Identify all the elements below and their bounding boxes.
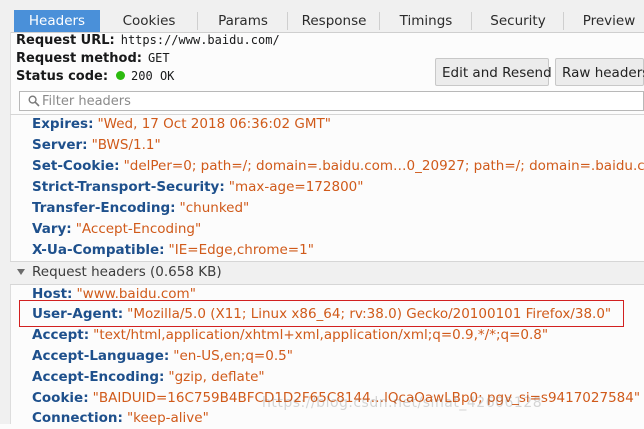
header-value: "www.baidu.com" <box>76 286 196 302</box>
request-method-label: Request method: <box>16 51 142 66</box>
request-header-row: Host: "www.baidu.com" <box>32 284 196 305</box>
tab-label: Params <box>218 13 268 29</box>
header-key: Set-Cookie: <box>32 158 120 174</box>
header-value: "chunked" <box>179 200 250 216</box>
request-method-value: GET <box>147 51 170 65</box>
header-key: X-Ua-Compatible: <box>32 242 165 258</box>
header-key: Transfer-Encoding: <box>32 200 176 216</box>
search-icon <box>28 95 40 107</box>
status-code-label: Status code: <box>16 69 109 84</box>
request-url-row: Request URL: https://www.baidu.com/ <box>16 31 280 49</box>
request-header-row: Accept-Encoding: "gzip, deflate" <box>32 367 265 388</box>
response-header-row: Strict-Transport-Security: "max-age=17280… <box>32 177 363 198</box>
filter-headers-input[interactable] <box>42 92 632 110</box>
panel-left-edge <box>0 32 11 424</box>
header-value: "max-age=172800" <box>228 179 364 195</box>
status-code-value: 200 OK <box>131 69 175 83</box>
header-value: "delPer=0; path=/; domain=.baidu.com…0_2… <box>123 158 644 174</box>
request-method-row: Request method: GET <box>16 49 170 67</box>
request-headers-label: Request headers (0.658 KB) <box>32 264 222 280</box>
response-header-row: Set-Cookie: "delPer=0; path=/; domain=.ba… <box>32 156 644 177</box>
request-url-value: https://www.baidu.com/ <box>120 33 280 47</box>
status-ok-icon <box>116 71 126 80</box>
tab-bar: Headers Cookies Params Response Timings … <box>0 0 644 33</box>
tab-params[interactable]: Params <box>198 10 288 32</box>
request-header-row: Cookie: "BAIDUID=16C759B4BFCD1D2F65C8144…… <box>32 388 640 409</box>
header-key: Expires: <box>32 116 94 132</box>
tab-headers[interactable]: Headers <box>14 10 100 32</box>
header-value: "text/html,application/xhtml+xml,applica… <box>93 327 549 343</box>
request-header-row: Connection: "keep-alive" <box>32 408 209 429</box>
request-header-row: Accept: "text/html,application/xhtml+xml,… <box>32 325 548 346</box>
request-url-label: Request URL: <box>16 33 115 48</box>
header-key: Vary: <box>32 221 72 237</box>
header-value: "gzip, deflate" <box>168 369 265 385</box>
tab-label: Timings <box>399 13 453 29</box>
header-key: Accept: <box>32 327 90 343</box>
tab-label: Headers <box>28 13 86 29</box>
request-header-row: User-Agent: "Mozilla/5.0 (X11; Linux x86_… <box>32 304 611 325</box>
response-header-row: Transfer-Encoding: "chunked" <box>32 198 249 219</box>
response-header-row: Expires: "Wed, 17 Oct 2018 06:36:02 GMT" <box>32 114 331 135</box>
header-value: "BAIDUID=16C759B4BFCD1D2F65C8144…lQcaOaw… <box>92 390 641 406</box>
tab-security[interactable]: Security <box>472 10 564 32</box>
request-header-row: Accept-Language: "en-US,en;q=0.5" <box>32 346 293 367</box>
response-header-row: Server: "BWS/1.1" <box>32 135 161 156</box>
header-key: Accept-Language: <box>32 348 170 364</box>
request-headers-section[interactable]: Request headers (0.658 KB) <box>10 261 644 285</box>
chevron-down-icon[interactable] <box>17 269 25 275</box>
tab-label: Cookies <box>122 13 176 29</box>
header-value: "IE=Edge,chrome=1" <box>168 242 314 258</box>
status-code-row: Status code: 200 OK <box>16 67 174 85</box>
tab-response[interactable]: Response <box>288 10 380 32</box>
tab-preview[interactable]: Preview <box>564 10 644 32</box>
tab-cookies[interactable]: Cookies <box>100 10 198 32</box>
filter-headers-box[interactable] <box>19 91 644 111</box>
tab-label: Response <box>301 13 367 29</box>
header-value: "Accept-Encoding" <box>75 221 202 237</box>
edit-and-resend-button[interactable]: Edit and Resend <box>435 58 552 86</box>
header-key: Host: <box>32 286 73 302</box>
header-key: User-Agent: <box>32 306 124 322</box>
header-key: Accept-Encoding: <box>32 369 165 385</box>
header-value: "en-US,en;q=0.5" <box>173 348 293 364</box>
header-key: Server: <box>32 137 88 153</box>
response-header-row: Vary: "Accept-Encoding" <box>32 219 201 240</box>
tab-timings[interactable]: Timings <box>380 10 472 32</box>
raw-headers-button[interactable]: Raw headers <box>555 58 644 86</box>
header-key: Strict-Transport-Security: <box>32 179 225 195</box>
tab-label: Security <box>490 13 546 29</box>
header-value: "BWS/1.1" <box>91 137 161 153</box>
header-key: Cookie: <box>32 390 89 406</box>
header-value: "Mozilla/5.0 (X11; Linux x86_64; rv:38.0… <box>127 306 612 322</box>
response-header-row: X-Ua-Compatible: "IE=Edge,chrome=1" <box>32 240 314 261</box>
tab-label: Preview <box>582 13 636 29</box>
header-value: "Wed, 17 Oct 2018 06:36:02 GMT" <box>97 116 331 132</box>
